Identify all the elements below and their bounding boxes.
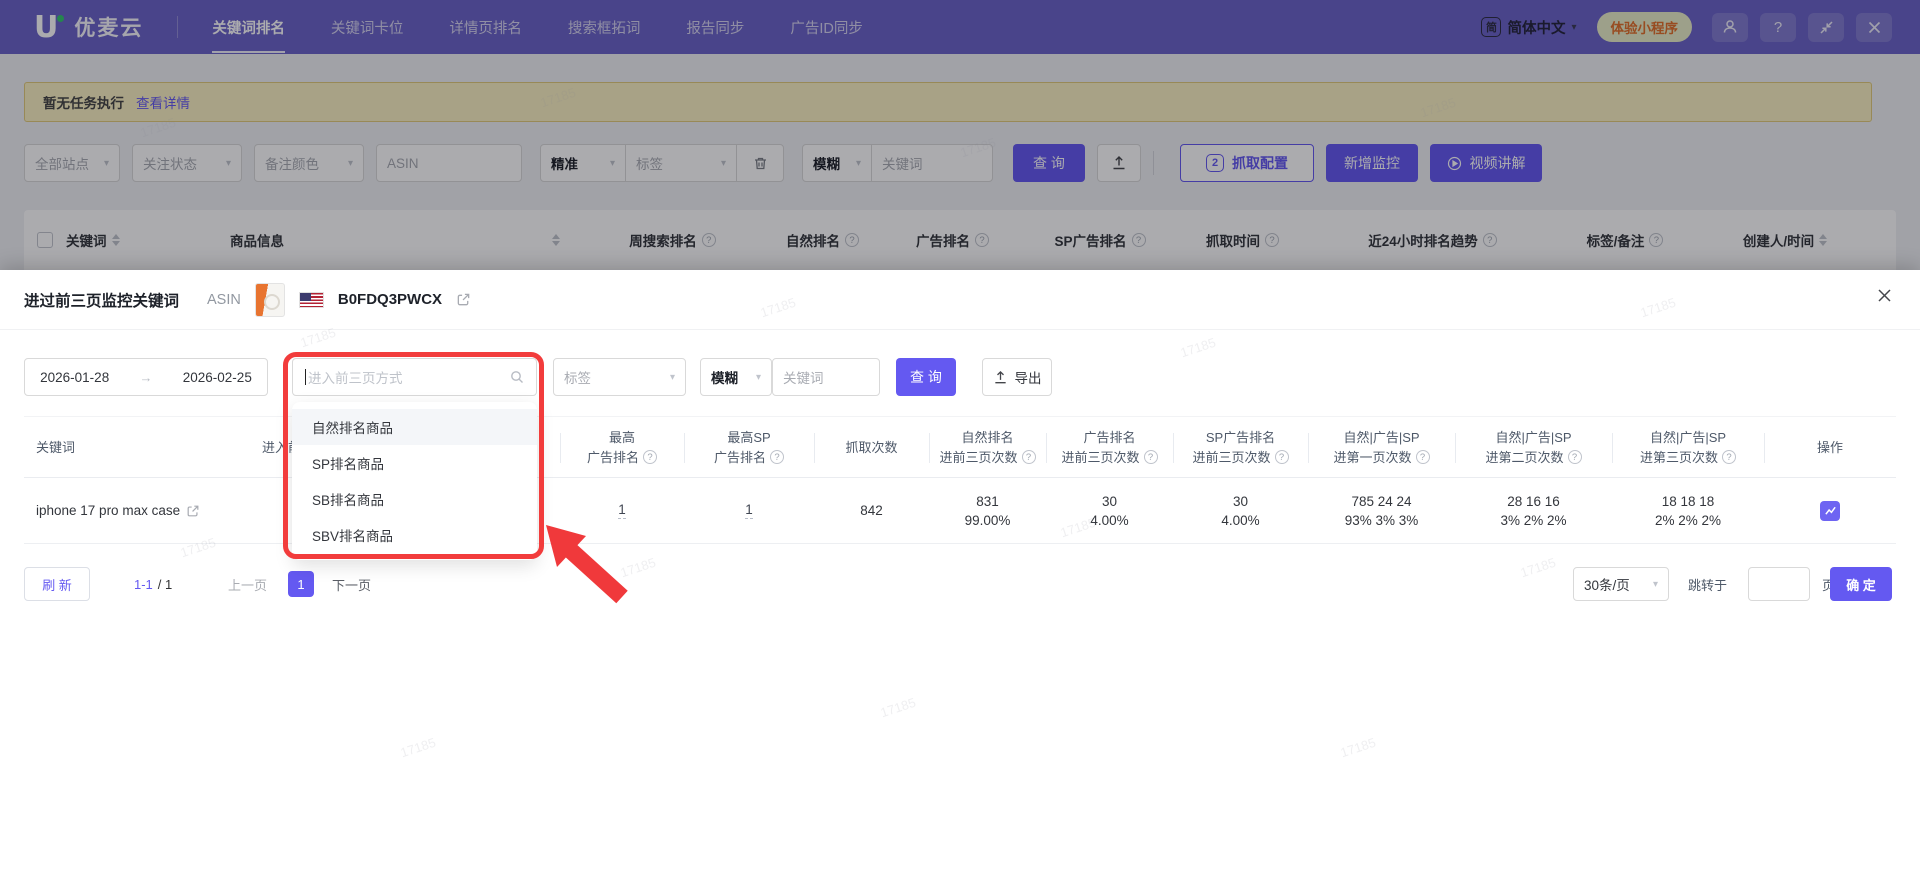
actions-cell (1764, 478, 1896, 543)
crawl-count-cell: 842 (860, 503, 883, 518)
col-max-ad-rank: 最高 广告排名? (560, 417, 684, 477)
refresh-button[interactable]: 刷 新 (24, 567, 90, 601)
next-page-button[interactable]: 下一页 (332, 567, 371, 601)
product-thumbnail (254, 282, 285, 317)
modal-search-button[interactable]: 查 询 (896, 358, 956, 396)
entry-method-placeholder: 进入前三页方式 (308, 371, 403, 386)
modal-filter-bar: 2026-01-28 → 2026-02-25 进入前三页方式 标签 ▾ 模糊 ▾ (0, 358, 1920, 396)
info-icon[interactable]: ? (1274, 450, 1289, 464)
max-ad-rank-cell: 1 (618, 502, 626, 519)
col-keyword: 关键词 (36, 439, 76, 455)
organic-top3-cell: 831 99.00% (964, 493, 1011, 528)
info-icon[interactable]: ? (1143, 450, 1158, 464)
col-page1-count: 自然|广告|SP 进第一页次数? (1308, 417, 1455, 477)
jump-page-input[interactable] (1748, 567, 1810, 601)
us-flag-icon (298, 291, 324, 308)
asin-value: B0FDQ3PWCX (337, 291, 443, 308)
external-link-icon[interactable] (186, 504, 200, 518)
upload-icon (994, 370, 1006, 383)
keyword-cell: iphone 17 pro max case (24, 478, 250, 543)
sp-ad-top3-cell: 30 4.00% (1221, 493, 1260, 528)
dropdown-option-sb[interactable]: SB排名商品 (292, 481, 537, 517)
col-actions: 操作 (1764, 417, 1896, 477)
info-icon[interactable]: ? (1567, 450, 1582, 464)
col-ad-top3: 广告排名 进前三页次数? (1046, 417, 1173, 477)
modal-backdrop-overlay (0, 0, 1920, 270)
jump-label: 跳转于 (1688, 577, 1728, 593)
dropdown-option-sp[interactable]: SP排名商品 (292, 445, 537, 481)
ad-top3-cell: 30 4.00% (1090, 493, 1129, 528)
modal-header: 进过前三页监控关键词 ASIN B0FDQ3PWCX (0, 270, 1920, 330)
col-page3-count: 自然|广告|SP 进第三页次数? (1612, 417, 1764, 477)
entry-method-select[interactable]: 进入前三页方式 (292, 358, 537, 396)
date-to: 2026-02-25 (182, 369, 252, 385)
keyword-filter-group: 模糊 ▾ 关键词 (700, 358, 880, 396)
col-page2-count: 自然|广告|SP 进第二页次数? (1455, 417, 1612, 477)
dropdown-option-organic[interactable]: 自然排名商品 (292, 409, 537, 445)
pagination-bar: 刷 新 1-1/ 1 上一页 1 下一页 30条/页 ▾ 跳转于 页 确 定 (0, 567, 1920, 601)
page1-count-cell: 785 24 24 93% 3% 3% (1344, 493, 1419, 528)
page3-count-cell: 18 18 18 2% 2% 2% (1654, 493, 1722, 528)
info-icon[interactable]: ? (1415, 450, 1430, 464)
col-organic-top3: 自然排名 进前三页次数? (929, 417, 1046, 477)
col-max-sp-ad-rank: 最高SP 广告排名? (684, 417, 814, 477)
top3-keywords-modal: 进过前三页监控关键词 ASIN B0FDQ3PWCX 2026-01-28 → … (0, 270, 1920, 878)
trend-chart-button[interactable] (1820, 500, 1840, 521)
modal-close-button[interactable] (1877, 288, 1892, 303)
search-icon (510, 370, 524, 384)
date-range-picker[interactable]: 2026-01-28 → 2026-02-25 (24, 358, 268, 396)
dropdown-option-sbv[interactable]: SBV排名商品 (292, 517, 537, 553)
page-size-select[interactable]: 30条/页 ▾ (1573, 567, 1669, 601)
fuzzy-mode-select[interactable]: 模糊 ▾ (700, 358, 772, 396)
external-link-icon[interactable] (456, 292, 471, 307)
info-icon[interactable]: ? (1021, 450, 1036, 464)
close-icon (1878, 289, 1891, 302)
date-from: 2026-01-28 (40, 369, 110, 385)
page2-count-cell: 28 16 16 3% 2% 2% (1500, 493, 1567, 528)
info-icon[interactable]: ? (643, 450, 657, 464)
current-page[interactable]: 1 (288, 571, 314, 597)
tag-select[interactable]: 标签 ▾ (553, 358, 686, 396)
keyword-input[interactable]: 关键词 (772, 358, 880, 396)
app-window: U 优麦云 关键词排名 关键词卡位 详情页排名 搜索框拓词 报告同步 广告ID同… (0, 0, 1920, 878)
col-crawl-count: 抓取次数 (814, 417, 929, 477)
arrow-right-icon: → (139, 369, 153, 385)
entry-method-dropdown: 自然排名商品 SP排名商品 SB排名商品 SBV排名商品 (292, 402, 537, 560)
confirm-button[interactable]: 确 定 (1830, 567, 1892, 601)
info-icon[interactable]: ? (1722, 450, 1736, 464)
col-sp-ad-top3: SP广告排名 进前三页次数? (1173, 417, 1308, 477)
asin-label: ASIN (207, 291, 241, 308)
modal-title: 进过前三页监控关键词 (24, 292, 180, 310)
max-sp-ad-rank-cell: 1 (745, 502, 753, 519)
modal-export-button[interactable]: 导出 (982, 358, 1052, 396)
text-cursor (305, 369, 306, 385)
keyword-text: iphone 17 pro max case (36, 503, 181, 518)
pagination-range: 1-1/ 1 (134, 576, 173, 592)
line-chart-icon (1824, 506, 1836, 515)
prev-page-button[interactable]: 上一页 (228, 567, 267, 601)
info-icon[interactable]: ? (770, 450, 784, 464)
